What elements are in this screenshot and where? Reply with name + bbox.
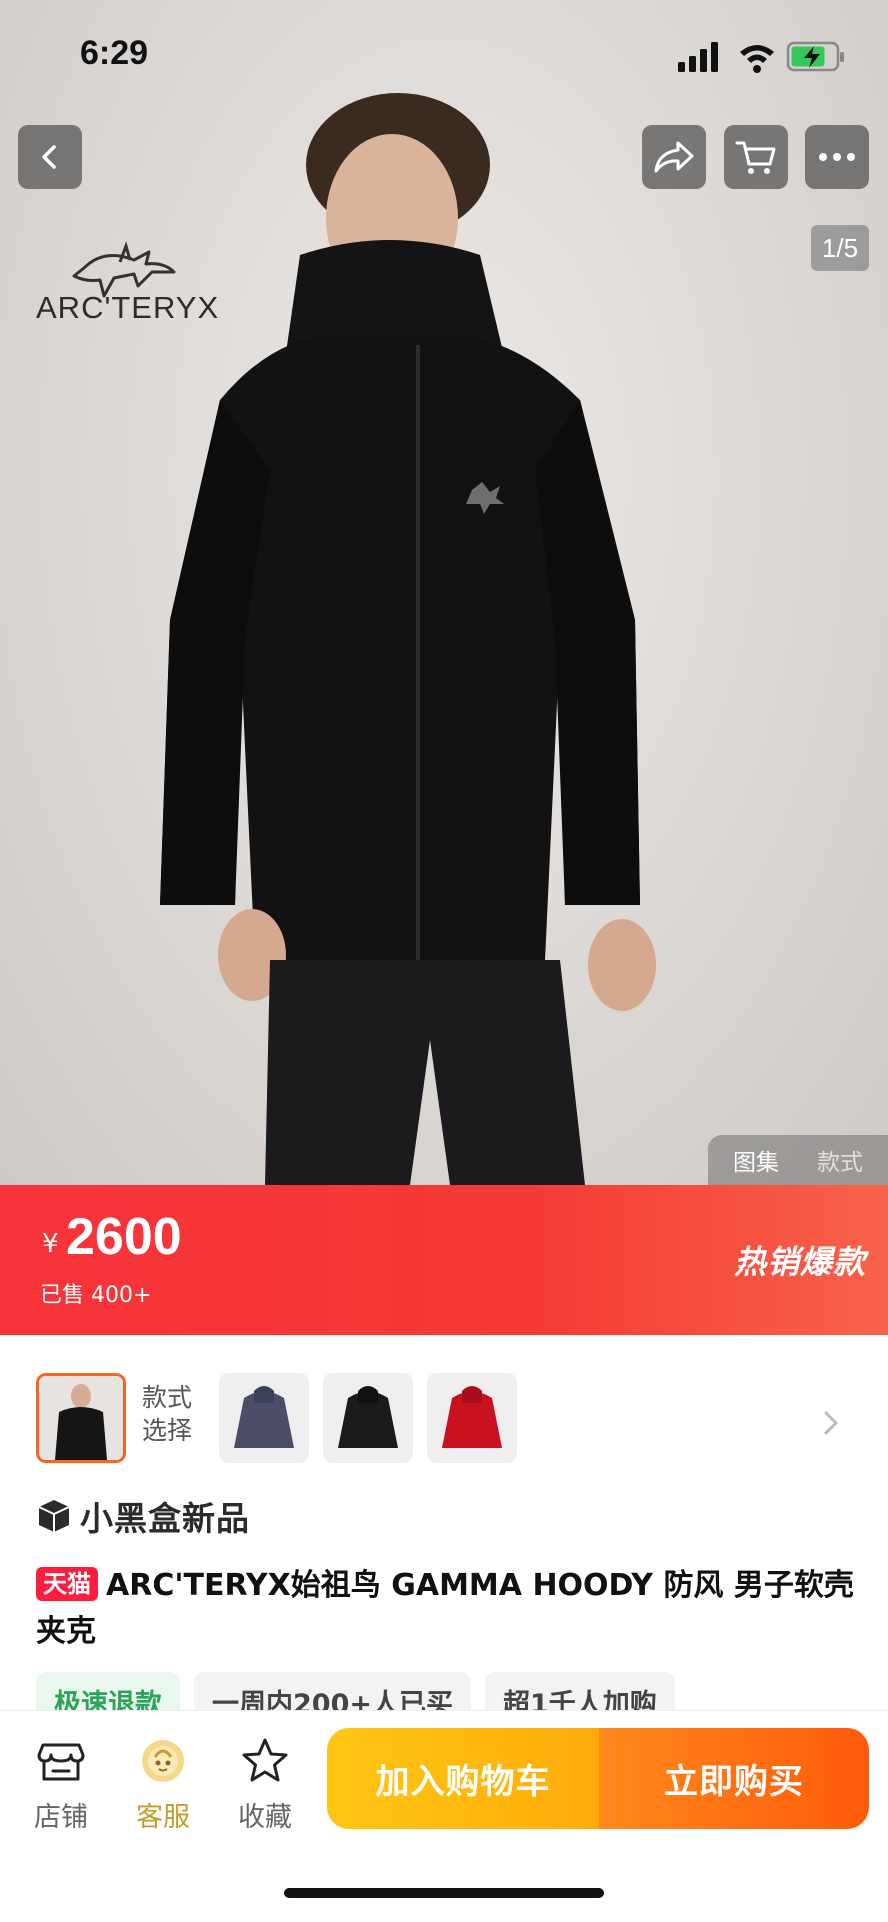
status-icons <box>678 41 844 73</box>
variant-image-black-model <box>39 1376 123 1460</box>
more-options-button[interactable] <box>805 125 869 189</box>
share-button[interactable] <box>642 125 706 189</box>
tmall-badge: 天猫 <box>36 1567 98 1601</box>
home-indicator[interactable] <box>284 1888 604 1898</box>
variant-selector: 款式 选择 <box>0 1335 888 1465</box>
variant-image-black-jacket <box>323 1373 413 1463</box>
variant-thumb-red[interactable] <box>427 1373 517 1463</box>
status-bar: 6:29 <box>0 0 888 110</box>
black-box-icon <box>38 1500 70 1532</box>
add-to-cart-button[interactable]: 加入购物车 <box>327 1728 599 1829</box>
star-icon <box>242 1738 288 1782</box>
price-amount: 2600 <box>66 1208 182 1266</box>
product-title-text: ARC'TERYX始祖鸟 GAMMA HOODY 防风 男子软壳夹克 <box>36 1568 854 1649</box>
feature-tag-weekly-buyers: 一周内200+人已买 <box>194 1672 471 1712</box>
customer-service-button[interactable]: 客服 <box>123 1735 203 1834</box>
customer-service-label: 客服 <box>136 1802 190 1833</box>
new-product-tag: 小黑盒新品 <box>36 1493 250 1539</box>
new-product-label: 小黑盒新品 <box>80 1499 250 1538</box>
product-image-gallery[interactable]: 6:29 1/5 ARC'TERYX 图集 款式 <box>0 0 888 1185</box>
chevron-right-icon[interactable] <box>820 1405 844 1441</box>
variant-thumb-black[interactable] <box>323 1373 413 1463</box>
gallery-mode-tabs: 图集 款式 <box>708 1135 888 1185</box>
variant-select-label[interactable]: 款式 选择 <box>142 1381 212 1447</box>
tab-styles[interactable]: 款式 <box>817 1143 863 1177</box>
sold-count: 已售 400+ <box>40 1283 152 1308</box>
customer-service-icon <box>142 1740 184 1782</box>
cart-icon <box>735 141 776 174</box>
wifi-icon <box>740 45 774 73</box>
feature-tag-fast-refund: 极速退款 <box>36 1672 180 1712</box>
price-currency: ¥ <box>42 1229 59 1259</box>
feature-tag-cart-adds: 超1千人加购 <box>484 1672 675 1712</box>
shop-label: 店铺 <box>34 1802 88 1833</box>
buy-now-button[interactable]: 立即购买 <box>599 1728 869 1829</box>
tab-gallery[interactable]: 图集 <box>733 1143 779 1177</box>
status-time: 6:29 <box>80 34 149 72</box>
favorite-label: 收藏 <box>238 1802 292 1833</box>
price-banner: ¥ 2600 已售 400+ 热销爆款 <box>0 1185 888 1335</box>
more-dots-icon <box>819 153 855 161</box>
shop-icon <box>37 1743 85 1781</box>
back-button[interactable] <box>18 125 82 189</box>
battery-charging-icon <box>786 41 844 72</box>
favorite-button[interactable]: 收藏 <box>225 1735 305 1834</box>
cart-button[interactable] <box>724 125 788 189</box>
signal-icon <box>678 42 718 72</box>
variant-thumb-navy[interactable] <box>219 1373 309 1463</box>
shop-button[interactable]: 店铺 <box>21 1735 101 1834</box>
variant-image-red-jacket <box>427 1373 517 1463</box>
feature-tags: 极速退款 一周内200+人已买 超1千人加购 <box>36 1672 675 1712</box>
variant-image-navy-jacket <box>219 1373 309 1463</box>
chevron-left-icon <box>42 145 56 169</box>
promo-label: 热销爆款 <box>733 1243 866 1281</box>
image-page-indicator: 1/5 <box>811 225 869 271</box>
product-title: 天猫 ARC'TERYX始祖鸟 GAMMA HOODY 防风 男子软壳夹克 <box>36 1563 856 1655</box>
brand-wordmark: ARC'TERYX <box>36 290 220 325</box>
variant-thumb-selected[interactable] <box>36 1373 126 1463</box>
share-icon <box>654 141 694 173</box>
